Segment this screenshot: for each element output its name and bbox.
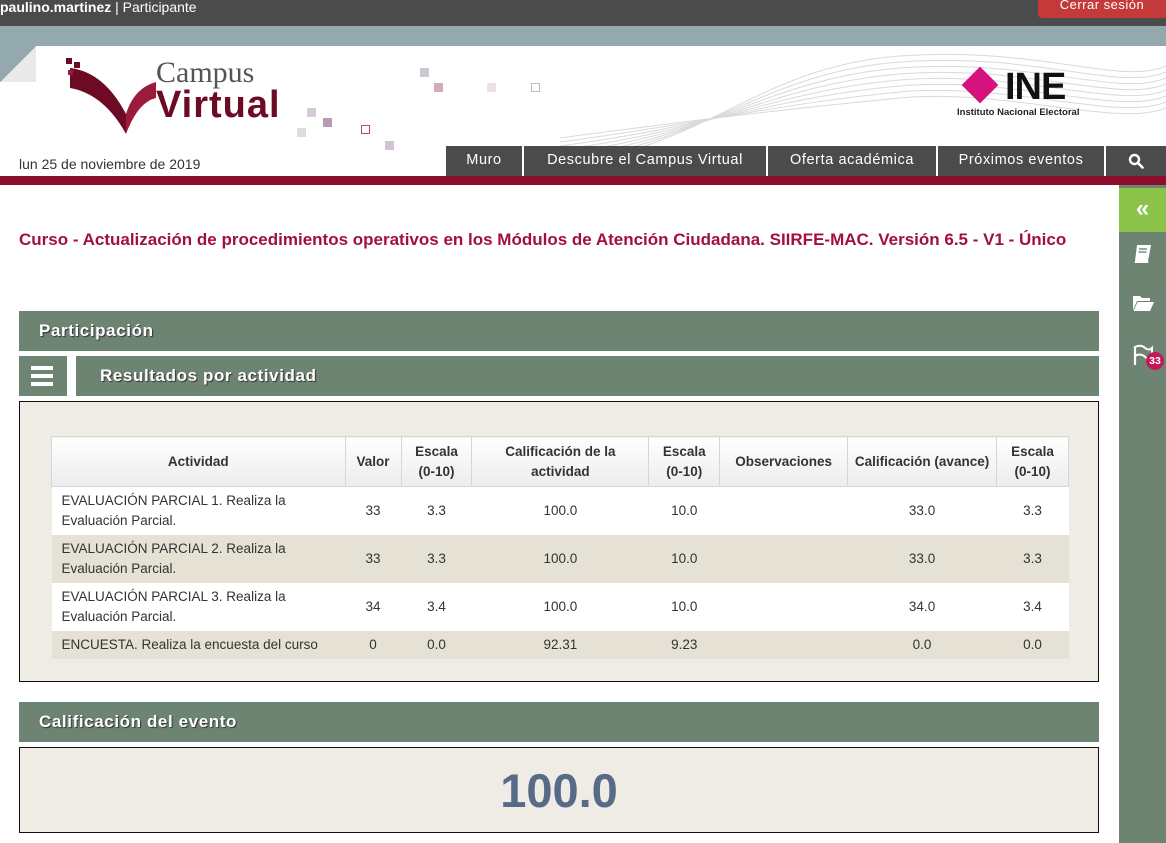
pixel-decoration [323, 118, 332, 127]
pixel-decoration [420, 68, 429, 77]
col-header-calificacion-actividad: Calificación de la actividad [471, 436, 650, 487]
final-grade-panel: 100.0 [19, 747, 1099, 833]
user-info: paulino.martinez | Participante [0, 0, 197, 14]
col-header-observaciones: Observaciones [719, 436, 849, 487]
cell-avance: 0.0 [847, 631, 997, 659]
course-title: Curso - Actualización de procedimientos … [19, 230, 1067, 249]
table-row: ENCUESTA. Realiza la encuesta del curso … [51, 631, 1069, 659]
pixel-decoration [487, 83, 496, 92]
chevron-double-left-icon[interactable]: « [1119, 188, 1166, 232]
search-icon [1128, 153, 1144, 169]
table-row: EVALUACIÓN PARCIAL 1. Realiza la Evaluac… [51, 486, 1069, 535]
ine-logo-text: INE [1005, 66, 1066, 108]
cell-avance: 34.0 [847, 583, 997, 631]
event-grade-header: Calificación del evento [19, 702, 1099, 742]
cell-actividad: ENCUESTA. Realiza la encuesta del curso [51, 631, 346, 659]
table-header-row: Actividad Valor Escala (0-10) Calificaci… [51, 436, 1070, 487]
pixel-decoration [385, 141, 394, 150]
book-logo-icon [66, 58, 156, 134]
pixel-decoration [361, 125, 370, 134]
nav-search-button[interactable] [1104, 146, 1166, 176]
cell-escala: 3.4 [996, 583, 1069, 631]
cell-escala: 10.0 [648, 583, 720, 631]
cell-valor: 33 [345, 486, 402, 535]
pixel-decoration [307, 108, 316, 117]
cell-valor: 0 [345, 631, 402, 659]
user-role: Participante [122, 0, 197, 15]
cell-valor: 33 [345, 535, 402, 583]
final-grade-value: 100.0 [500, 764, 618, 817]
cell-escala: 3.3 [401, 486, 472, 535]
participation-header: Participación [19, 311, 1099, 351]
folder-open-icon[interactable] [1131, 291, 1155, 315]
col-header-valor: Valor [344, 436, 402, 487]
cell-calificacion: 92.31 [471, 631, 649, 659]
logout-button[interactable]: Cerrar sesión [1038, 0, 1166, 18]
cell-calificacion: 100.0 [471, 486, 649, 535]
page-curl-decoration [0, 46, 36, 82]
col-header-actividad: Actividad [51, 436, 346, 487]
nav-proximos-eventos[interactable]: Próximos eventos [936, 146, 1104, 176]
notification-badge[interactable]: 33 [1146, 352, 1164, 370]
current-date: lun 25 de noviembre de 2019 [19, 156, 201, 172]
cell-observaciones [719, 583, 848, 631]
cell-observaciones [719, 535, 848, 583]
logo-virtual-text: Virtual [156, 84, 281, 126]
cell-actividad: EVALUACIÓN PARCIAL 1. Realiza la Evaluac… [51, 486, 346, 535]
col-header-calificacion-avance: Calificación (avance) [847, 436, 997, 487]
col-header-escala: Escala (0-10) [648, 436, 721, 487]
cell-avance: 33.0 [847, 535, 997, 583]
col-header-escala: Escala (0-10) [995, 436, 1070, 487]
cell-escala: 10.0 [648, 486, 720, 535]
results-panel: Actividad Valor Escala (0-10) Calificaci… [19, 401, 1099, 682]
top-bar: paulino.martinez | Participante Cerrar s… [0, 0, 1166, 26]
results-table: Actividad Valor Escala (0-10) Calificaci… [51, 436, 1070, 659]
pixel-decoration [297, 128, 306, 137]
cell-escala: 0.0 [996, 631, 1069, 659]
ine-logo[interactable]: INE Instituto Nacional Electoral [955, 66, 1115, 120]
cell-escala: 9.23 [648, 631, 720, 659]
cell-escala: 0.0 [401, 631, 472, 659]
right-sidebar: « 33 [1119, 185, 1166, 843]
cell-avance: 33.0 [847, 486, 997, 535]
cell-observaciones [719, 486, 848, 535]
user-separator: | [111, 0, 123, 15]
header-divider [0, 176, 1166, 185]
menu-icon[interactable] [19, 356, 67, 396]
cell-calificacion: 100.0 [471, 535, 649, 583]
table-row: EVALUACIÓN PARCIAL 3. Realiza la Evaluac… [51, 583, 1069, 631]
campus-virtual-logo[interactable]: Campus Virtual [64, 52, 314, 138]
cell-valor: 34 [345, 583, 402, 631]
pixel-decoration [434, 83, 443, 92]
header-band [0, 26, 1166, 46]
cell-calificacion: 100.0 [471, 583, 649, 631]
site-header: Campus Virtual INE Instituto Nacional El… [0, 46, 1166, 176]
nav-muro[interactable]: Muro [444, 146, 522, 176]
cell-escala: 3.3 [996, 535, 1069, 583]
cell-escala: 3.3 [401, 535, 472, 583]
results-header: Resultados por actividad [76, 356, 1099, 396]
username: paulino.martinez [0, 0, 112, 15]
cell-actividad: EVALUACIÓN PARCIAL 3. Realiza la Evaluac… [51, 583, 346, 631]
cell-observaciones [719, 631, 848, 659]
nav-oferta-academica[interactable]: Oferta académica [766, 146, 936, 176]
cell-escala: 3.4 [401, 583, 472, 631]
pixel-decoration [531, 83, 540, 92]
cell-escala: 10.0 [648, 535, 720, 583]
cell-escala: 3.3 [996, 486, 1069, 535]
col-header-escala: Escala (0-10) [400, 436, 473, 487]
nav-descubre[interactable]: Descubre el Campus Virtual [522, 146, 766, 176]
table-row: EVALUACIÓN PARCIAL 2. Realiza la Evaluac… [51, 535, 1069, 583]
ine-subtitle: Instituto Nacional Electoral [957, 107, 1080, 118]
ine-diamond-icon [961, 66, 999, 104]
cell-actividad: EVALUACIÓN PARCIAL 2. Realiza la Evaluac… [51, 535, 346, 583]
book-icon[interactable] [1131, 242, 1155, 266]
